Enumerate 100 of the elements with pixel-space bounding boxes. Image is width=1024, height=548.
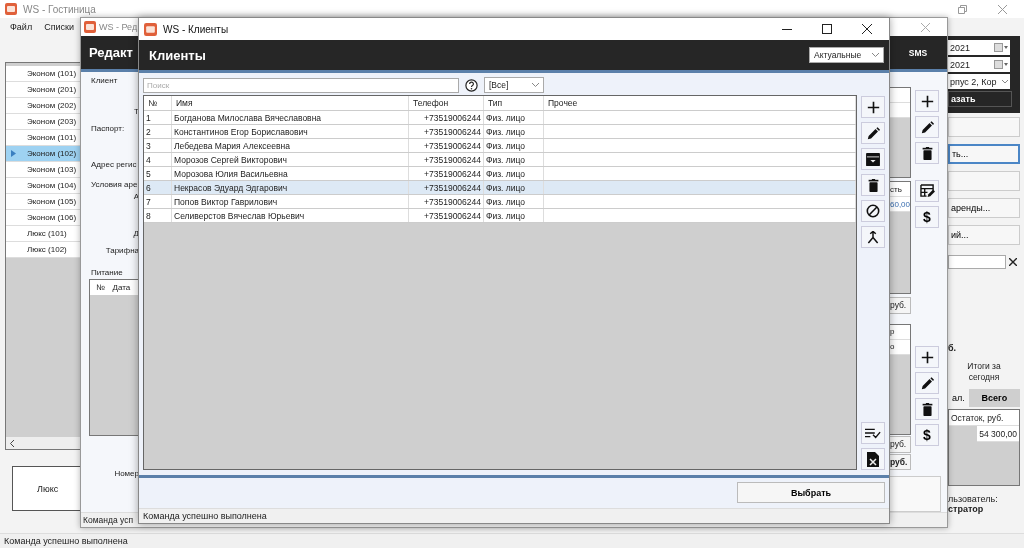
table-cell[interactable]: Константинов Егор Бориславович (172, 125, 409, 138)
room-row[interactable]: Эконом (101) (6, 66, 81, 82)
window-title: WS - Ред (99, 22, 138, 32)
room-row[interactable]: Люкс (101) (6, 226, 81, 242)
close-icon (862, 24, 872, 34)
table-cell[interactable]: +73519006244 (409, 153, 484, 166)
totals-caption: Итоги за сегодня (966, 361, 1002, 384)
table-cell[interactable]: 8 (144, 209, 172, 222)
help-icon[interactable] (465, 78, 478, 92)
type-filter-dropdown[interactable]: [Все] (484, 77, 544, 93)
table-cell[interactable]: Богданова Милослава Вячеславовна (172, 111, 409, 124)
sum-field: руб. (889, 296, 911, 314)
menu-item[interactable]: Файл (10, 22, 33, 32)
add-button[interactable] (861, 96, 885, 118)
room-row[interactable]: Эконом (203) (6, 114, 81, 130)
edit-button[interactable] (915, 372, 939, 394)
delete-button[interactable] (915, 142, 939, 164)
table-cell[interactable]: Попов Виктор Гаврилович (172, 195, 409, 208)
room-row[interactable]: Эконом (202) (6, 98, 81, 114)
room-row[interactable]: Эконом (103) (6, 162, 81, 178)
totals-tab[interactable]: ал. (948, 389, 969, 408)
column-header[interactable]: № (144, 96, 172, 110)
block-button[interactable] (861, 200, 885, 222)
table-cell[interactable]: Морозова Юлия Васильевна (172, 167, 409, 180)
status-filter-dropdown[interactable]: Актуальные (809, 47, 884, 63)
table-cell[interactable]: Селиверстов Вячеслав Юрьевич (172, 209, 409, 222)
table-cell[interactable]: 3 (144, 139, 172, 152)
payment-button[interactable]: $ (915, 206, 939, 228)
select-button[interactable]: Выбрать (737, 482, 885, 503)
table-cell[interactable]: +73519006244 (409, 195, 484, 208)
column-header[interactable]: Телефон (409, 96, 484, 110)
app-icon (144, 22, 157, 36)
table-edit-button[interactable] (915, 180, 939, 202)
room-row[interactable]: Люкс (102) (6, 242, 81, 258)
room-row[interactable]: Эконом (105) (6, 194, 81, 210)
table-cell[interactable]: Физ. лицо (484, 181, 544, 194)
table-cell[interactable]: Физ. лицо (484, 139, 544, 152)
table-edit-icon (919, 184, 935, 198)
table-cell[interactable]: +73519006244 (409, 209, 484, 222)
table-cell[interactable]: Физ. лицо (484, 111, 544, 124)
table-cell[interactable]: 4 (144, 153, 172, 166)
payment-button[interactable]: $ (915, 424, 939, 446)
column-header[interactable]: Имя (172, 96, 409, 110)
room-row[interactable]: Эконом (101) (6, 130, 81, 146)
table-cell[interactable]: 1 (144, 111, 172, 124)
room-row[interactable]: Эконом (104) (6, 178, 81, 194)
delete-button[interactable] (861, 174, 885, 196)
action-button[interactable]: аренды... (948, 198, 1020, 218)
archive-button[interactable] (861, 148, 885, 170)
sms-label[interactable]: SMS (889, 47, 947, 58)
table-cell[interactable]: 5 (144, 167, 172, 180)
date-field[interactable]: 2021 (948, 57, 1010, 72)
table-cell[interactable]: Физ. лицо (484, 195, 544, 208)
action-button[interactable]: ть... (948, 144, 1020, 164)
action-button[interactable]: ий... (948, 225, 1020, 245)
search-field[interactable]: Поиск (143, 77, 459, 93)
clear-icon[interactable] (1009, 258, 1017, 266)
table-cell[interactable]: +73519006244 (409, 125, 484, 138)
edit-button[interactable] (915, 116, 939, 138)
search-field[interactable] (948, 255, 1006, 269)
user-name: стратор (948, 504, 985, 515)
table-cell[interactable]: +73519006244 (409, 111, 484, 124)
scrollbar[interactable] (6, 437, 81, 449)
table-cell[interactable]: 2 (144, 125, 172, 138)
pencil-icon (920, 376, 934, 390)
merge-button[interactable] (861, 226, 885, 248)
document-button[interactable] (861, 448, 885, 470)
table-cell[interactable]: 6 (144, 181, 172, 194)
table-cell[interactable]: +73519006244 (409, 181, 484, 194)
delete-button[interactable] (915, 398, 939, 420)
table-cell[interactable]: Физ. лицо (484, 167, 544, 180)
column-header[interactable]: Тип (484, 96, 544, 110)
building-combo[interactable]: рпус 2, Кор (948, 74, 1010, 89)
menu-item[interactable]: Списки (44, 22, 74, 32)
sum-field: руб. (889, 435, 911, 453)
totals-tab[interactable]: Всего (968, 389, 1020, 408)
table-cell[interactable]: 7 (144, 195, 172, 208)
table-cell[interactable]: Морозов Сергей Викторович (172, 153, 409, 166)
table-cell[interactable]: +73519006244 (409, 167, 484, 180)
room-row[interactable]: Эконом (201) (6, 82, 81, 98)
room-row[interactable]: Эконом (102) (6, 146, 81, 162)
add-button[interactable] (915, 346, 939, 368)
column-header[interactable]: Прочее (544, 96, 856, 110)
check-list-button[interactable] (861, 422, 885, 444)
room-row[interactable]: Эконом (106) (6, 210, 81, 226)
date-field[interactable]: 2021 (948, 40, 1010, 55)
table-cell[interactable]: Физ. лицо (484, 125, 544, 138)
edit-button[interactable] (861, 122, 885, 144)
close-icon (920, 22, 930, 32)
show-button[interactable]: азать (948, 91, 1012, 107)
field-label: Паспорт: (91, 124, 126, 133)
table-cell[interactable]: Некрасов Эдуард Эдгарович (172, 181, 409, 194)
table-cell[interactable]: Лебедева Мария Алексеевна (172, 139, 409, 152)
table-cell[interactable]: Физ. лицо (484, 153, 544, 166)
status-text: Команда успешно выполнена (4, 536, 128, 546)
sum-field: руб. (889, 453, 911, 471)
add-button[interactable] (915, 90, 939, 112)
table-cell[interactable]: Физ. лицо (484, 209, 544, 222)
table-cell[interactable]: +73519006244 (409, 139, 484, 152)
calendar-dropdown-icon (994, 43, 1008, 52)
